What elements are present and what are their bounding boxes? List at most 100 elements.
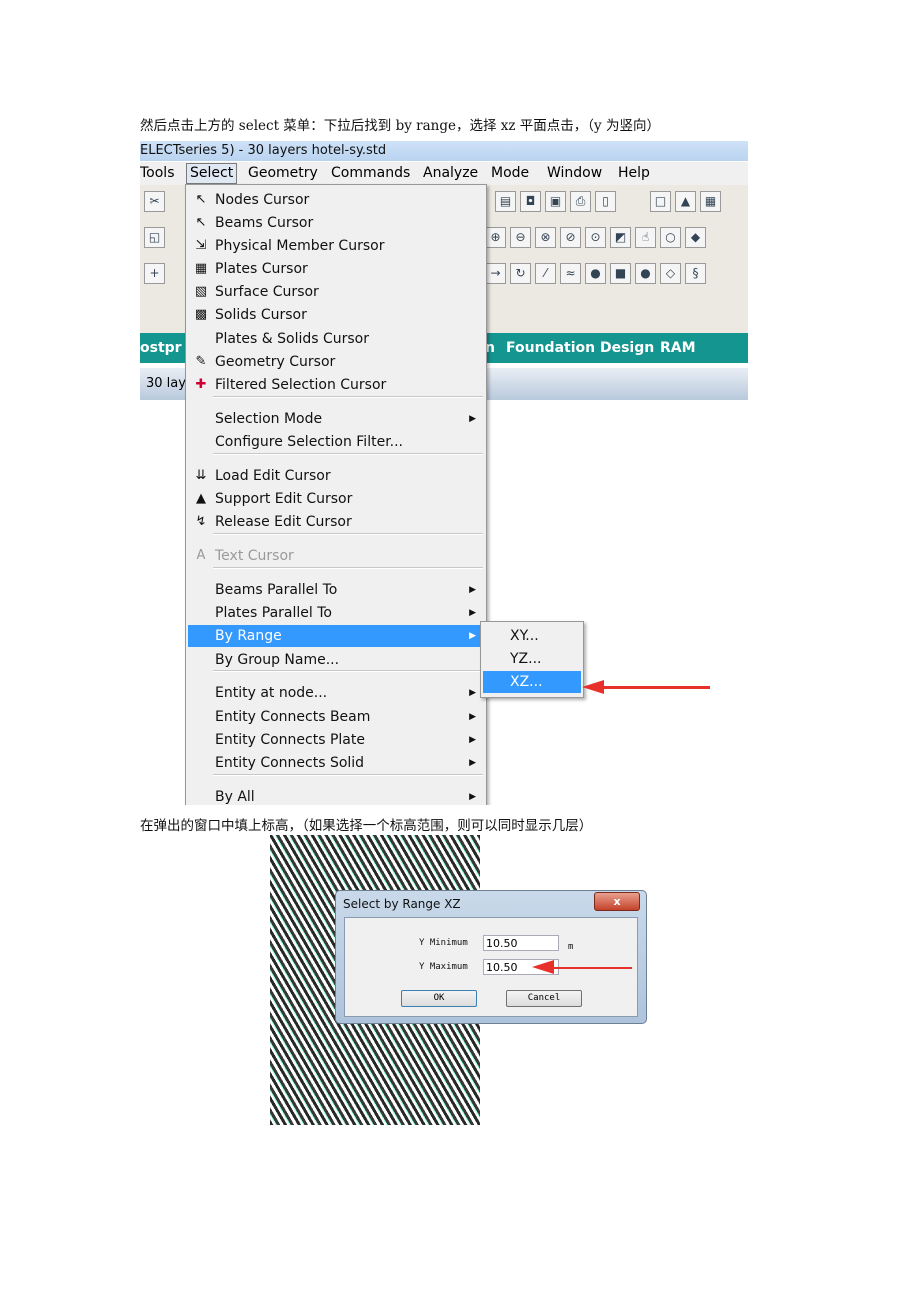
surface-cursor-icon: ▧: [194, 284, 208, 299]
render-icon[interactable]: ◆: [685, 227, 706, 248]
y-minimum-input[interactable]: 10.50: [483, 935, 559, 951]
menu-item-entity-connects-solid[interactable]: Entity Connects Solid ▶: [188, 752, 484, 774]
menu-item-label: By All: [215, 789, 255, 805]
submenu-arrow-icon: ▶: [469, 631, 476, 641]
release-edit-icon: ↯: [195, 514, 207, 529]
menu-item-plates-solids-cursor[interactable]: Plates & Solids Cursor: [188, 328, 484, 350]
zoom-all-icon[interactable]: ⊙: [585, 227, 606, 248]
toolbar-icon[interactable]: ▦: [700, 191, 721, 212]
menu-item-label: Surface Cursor: [215, 284, 319, 300]
nodes-cursor-icon: ↖: [195, 192, 207, 207]
toolbar-icon[interactable]: ●: [635, 263, 656, 284]
force-icon[interactable]: →: [485, 263, 506, 284]
window-icon[interactable]: □: [650, 191, 671, 212]
menu-item-entity-at-node[interactable]: Entity at node... ▶: [188, 682, 484, 704]
pan-icon[interactable]: ☝: [635, 227, 656, 248]
window-title: ELECTseries 5) - 30 layers hotel-sy.std: [140, 141, 748, 161]
beams-cursor-icon: ↖: [195, 215, 207, 230]
submenu-arrow-icon: ▶: [469, 735, 476, 745]
menu-item-geometry-cursor[interactable]: ✎ Geometry Cursor: [188, 351, 484, 373]
cut-icon[interactable]: ✂: [144, 191, 165, 212]
submenu-item-yz[interactable]: YZ...: [483, 648, 581, 670]
menu-item-entity-connects-beam[interactable]: Entity Connects Beam ▶: [188, 706, 484, 728]
menu-separator: [213, 396, 483, 398]
menu-item-plates-cursor[interactable]: ▦ Plates Cursor: [188, 258, 484, 280]
toolbar-icon[interactable]: ≈: [560, 263, 581, 284]
tab-foundation-design[interactable]: Foundation Design: [506, 333, 654, 363]
menu-item-beams-parallel-to[interactable]: Beams Parallel To ▶: [188, 579, 484, 601]
menu-analyze[interactable]: Analyze: [423, 162, 478, 185]
menu-item-label: Entity Connects Beam: [215, 709, 371, 725]
unit-label: m: [568, 942, 574, 952]
document-tab-label[interactable]: 30 lay: [146, 376, 186, 391]
submenu-item-xy[interactable]: XY...: [483, 625, 581, 647]
menu-tools[interactable]: Tools: [140, 162, 175, 185]
submenu-arrow-icon: ▶: [469, 585, 476, 595]
menu-item-beams-cursor[interactable]: ↖ Beams Cursor: [188, 212, 484, 234]
toolbar-icon[interactable]: ▣: [545, 191, 566, 212]
menu-item-surface-cursor[interactable]: ▧ Surface Cursor: [188, 281, 484, 303]
filter-cross-icon: ✚: [195, 377, 207, 392]
menu-item-selection-mode[interactable]: Selection Mode ▶: [188, 408, 484, 430]
toolbar-icon[interactable]: ●: [585, 263, 606, 284]
menu-item-physical-member-cursor[interactable]: ⇲ Physical Member Cursor: [188, 235, 484, 257]
menu-item-filtered-selection-cursor[interactable]: ✚ Filtered Selection Cursor: [188, 374, 484, 396]
print-icon[interactable]: ⎙: [570, 191, 591, 212]
menu-item-by-all[interactable]: By All ▶: [188, 786, 484, 805]
zoom-in-icon[interactable]: ⊕: [485, 227, 506, 248]
menu-item-plates-parallel-to[interactable]: Plates Parallel To ▶: [188, 602, 484, 624]
magnify-icon[interactable]: ○: [660, 227, 681, 248]
menu-mode[interactable]: Mode: [491, 162, 529, 185]
menu-separator: [213, 774, 483, 776]
menu-item-text-cursor[interactable]: A Text Cursor: [188, 545, 484, 567]
moment-icon[interactable]: ↻: [510, 263, 531, 284]
menu-separator: [213, 670, 483, 672]
3d-box-icon[interactable]: ◱: [144, 227, 165, 248]
menu-item-by-group-name[interactable]: By Group Name...: [188, 649, 484, 671]
menu-item-load-edit-cursor[interactable]: ⇊ Load Edit Cursor: [188, 465, 484, 487]
menu-item-label: Filtered Selection Cursor: [215, 377, 387, 393]
y-minimum-label: Y Minimum: [419, 938, 468, 948]
menu-help[interactable]: Help: [618, 162, 650, 185]
close-button[interactable]: x: [594, 892, 640, 911]
menu-item-configure-selection-filter[interactable]: Configure Selection Filter...: [188, 431, 484, 453]
menu-item-support-edit-cursor[interactable]: ▲ Support Edit Cursor: [188, 488, 484, 510]
menu-item-label: Text Cursor: [215, 548, 294, 564]
toolbar-icon[interactable]: ■: [610, 263, 631, 284]
by-range-submenu: XY... YZ... XZ...: [480, 621, 584, 698]
zoom-out-icon[interactable]: ⊖: [510, 227, 531, 248]
ok-button[interactable]: OK: [401, 990, 477, 1007]
tab-postprocessing[interactable]: ostpr: [140, 333, 182, 363]
menu-item-label: Entity Connects Solid: [215, 755, 365, 771]
cancel-button[interactable]: Cancel: [506, 990, 582, 1007]
menu-geometry[interactable]: Geometry: [248, 162, 318, 185]
zoom-window-icon[interactable]: ⊗: [535, 227, 556, 248]
menu-window[interactable]: Window: [547, 162, 602, 185]
geometry-cursor-icon: ✎: [195, 354, 207, 369]
document-page: 然后点击上方的 select 菜单：下拉后找到 by range，选择 xz 平…: [0, 0, 920, 1302]
menu-item-release-edit-cursor[interactable]: ↯ Release Edit Cursor: [188, 511, 484, 533]
camera-icon[interactable]: ◘: [520, 191, 541, 212]
red-arrow: [550, 967, 632, 969]
menu-commands[interactable]: Commands: [331, 162, 410, 185]
menu-select[interactable]: Select: [186, 163, 238, 184]
menu-item-entity-connects-plate[interactable]: Entity Connects Plate ▶: [188, 729, 484, 751]
menu-item-label: Beams Cursor: [215, 215, 314, 231]
y-maximum-label: Y Maximum: [419, 962, 468, 972]
menu-item-by-range[interactable]: By Range ▶: [188, 625, 484, 647]
submenu-item-xz[interactable]: XZ...: [483, 671, 581, 693]
toolbar-icon[interactable]: §: [685, 263, 706, 284]
node-add-icon[interactable]: +: [144, 263, 165, 284]
submenu-arrow-icon: ▶: [469, 414, 476, 424]
menu-item-solids-cursor[interactable]: ▩ Solids Cursor: [188, 304, 484, 326]
menu-item-label: Selection Mode: [215, 411, 323, 427]
toolbar-icon[interactable]: ▤: [495, 191, 516, 212]
toolbar-icon[interactable]: ▲: [675, 191, 696, 212]
menu-item-nodes-cursor[interactable]: ↖ Nodes Cursor: [188, 189, 484, 211]
toolbar-icon[interactable]: ⁄: [535, 263, 556, 284]
print-preview-icon[interactable]: ▯: [595, 191, 616, 212]
toolbar-icon[interactable]: ◇: [660, 263, 681, 284]
toolbar-icon[interactable]: ◩: [610, 227, 631, 248]
zoom-dynamic-icon[interactable]: ⊘: [560, 227, 581, 248]
instruction-text-1: 然后点击上方的 select 菜单：下拉后找到 by range，选择 xz 平…: [140, 118, 660, 134]
